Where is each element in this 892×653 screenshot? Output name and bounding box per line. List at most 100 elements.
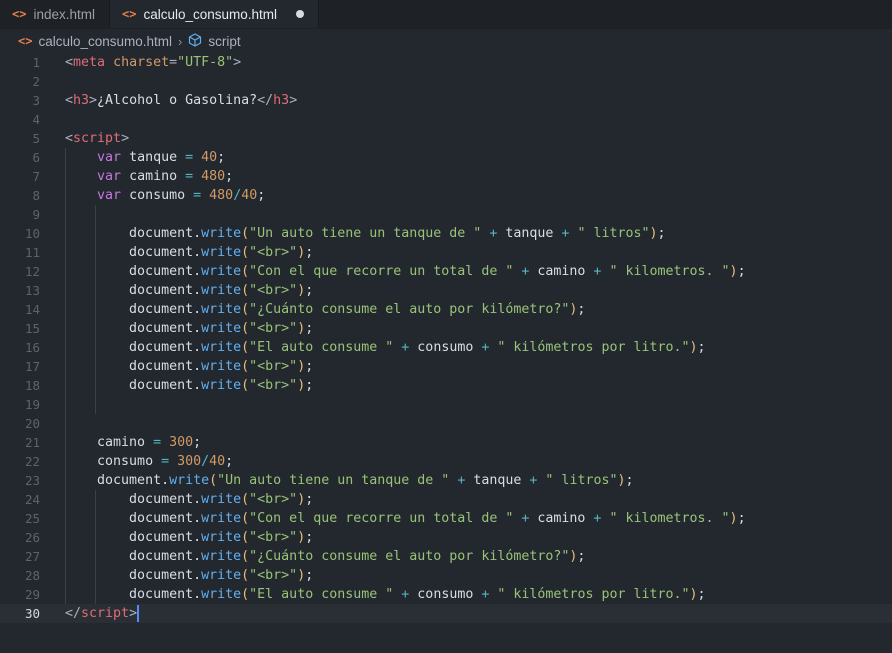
code-line[interactable]: 29 document.write("El auto consume " + c… (0, 585, 892, 604)
code-line[interactable]: 10 document.write("Un auto tiene un tanq… (0, 224, 892, 243)
code-token: ; (193, 435, 202, 450)
code-line[interactable]: 5 <script> (0, 129, 892, 148)
code-line[interactable]: 14 document.write("¿Cuánto consume el au… (0, 300, 892, 319)
line-number: 20 (24, 416, 40, 431)
indent-guide (65, 547, 66, 566)
code-token: > (289, 93, 298, 108)
code-token: ; (305, 492, 314, 507)
indent-guide (65, 395, 66, 414)
code-line[interactable]: 18 document.write("<br>"); (0, 376, 892, 395)
code-line[interactable]: 17 document.write("<br>"); (0, 357, 892, 376)
code-line[interactable]: 20 (0, 414, 892, 433)
code-token: "<br>" (249, 492, 298, 507)
code-token: consumo (409, 587, 482, 602)
indent-guide (95, 281, 97, 300)
indent-guide (65, 205, 66, 224)
code-token: ( (241, 549, 250, 564)
code-line[interactable]: 2 (0, 72, 892, 91)
code-text: camino = 300; (40, 433, 201, 452)
code-text: </script> (40, 604, 140, 623)
code-line[interactable]: 25 document.write("Con el que recorre un… (0, 509, 892, 528)
code-token: "Un auto tiene un tanque de " (249, 226, 482, 241)
code-editor[interactable]: 1 <meta charset="UTF-8"> 2 3 <h3>¿Alcohol o … (0, 53, 892, 623)
code-line[interactable]: 6 var tanque = 40; (0, 148, 892, 167)
code-line[interactable]: 16 document.write("El auto consume " + c… (0, 338, 892, 357)
code-token: = (185, 150, 194, 165)
tab-index-html[interactable]: <> index.html (0, 0, 110, 28)
code-line[interactable]: 26 document.write("<br>"); (0, 528, 892, 547)
code-token: var (97, 169, 122, 184)
code-line[interactable]: 11 document.write("<br>"); (0, 243, 892, 262)
code-line[interactable]: 28 document.write("<br>"); (0, 566, 892, 585)
indent-guide (95, 585, 97, 604)
code-token: < (65, 93, 74, 108)
code-token: "Con el que recorre un total de " (249, 511, 514, 526)
indent-guide (65, 490, 66, 509)
breadcrumb-symbol[interactable]: script (208, 34, 240, 49)
code-token: ( (241, 302, 250, 317)
indent-guide (65, 281, 66, 300)
code-line[interactable]: 4 (0, 110, 892, 129)
tab-calculo-consumo-html[interactable]: <> calculo_consumo.html (109, 0, 320, 28)
code-text: document.write("¿Cuánto consume el auto … (40, 300, 585, 319)
code-text: var consumo = 480/40; (40, 186, 265, 205)
code-line[interactable]: 13 document.write("<br>"); (0, 281, 892, 300)
code-line[interactable]: 12 document.write("Con el que recorre un… (0, 262, 892, 281)
code-text: <meta charset="UTF-8"> (40, 53, 241, 72)
code-line[interactable]: 27 document.write("¿Cuánto consume el au… (0, 547, 892, 566)
indent-guide (65, 509, 66, 528)
code-token: "<br>" (249, 359, 298, 374)
indent-guide (65, 357, 66, 376)
indent-guide (65, 148, 66, 167)
breadcrumb-file[interactable]: calculo_consumo.html (38, 34, 172, 49)
code-text: document.write("El auto consume " + cons… (40, 585, 706, 604)
html-brackets-icon: <> (121, 7, 137, 21)
code-token: var (97, 150, 122, 165)
line-number: 18 (24, 378, 40, 393)
code-text: document.write("Un auto tiene un tanque … (40, 471, 634, 490)
indent-guide (95, 547, 97, 566)
code-line[interactable]: 8 var consumo = 480/40; (0, 186, 892, 205)
html-brackets-icon: <> (18, 34, 33, 48)
code-line[interactable]: 24 document.write("<br>"); (0, 490, 892, 509)
indent-guide (65, 376, 66, 395)
code-line[interactable]: 1 <meta charset="UTF-8"> (0, 53, 892, 72)
code-line[interactable]: 3 <h3>¿Alcohol o Gasolina?</h3> (0, 91, 892, 110)
code-token: 300 (177, 454, 202, 469)
code-line[interactable]: 21 camino = 300; (0, 433, 892, 452)
code-line[interactable]: 7 var camino = 480; (0, 167, 892, 186)
indent-guide (65, 414, 66, 433)
code-token: write (201, 568, 242, 583)
indent-guide (65, 262, 66, 281)
code-line[interactable]: 30 </script> (0, 604, 892, 623)
tab-label: calculo_consumo.html (143, 6, 278, 22)
code-line[interactable]: 9 (0, 205, 892, 224)
code-token: document. (129, 359, 202, 374)
code-token: tanque (465, 473, 530, 488)
code-line[interactable]: 19 (0, 395, 892, 414)
code-line[interactable]: 15 document.write("<br>"); (0, 319, 892, 338)
code-token: document. (129, 378, 202, 393)
code-token: ; (305, 283, 314, 298)
code-token: ; (697, 340, 706, 355)
code-token: tanque (497, 226, 562, 241)
code-token: / (201, 454, 210, 469)
code-token: 480 (209, 188, 234, 203)
unsaved-dot-icon[interactable] (296, 10, 305, 18)
code-line[interactable]: 23 document.write("Un auto tiene un tanq… (0, 471, 892, 490)
code-token: document. (129, 321, 202, 336)
code-line[interactable]: 22 consumo = 300/40; (0, 452, 892, 471)
indent-guide (65, 338, 66, 357)
code-token: consumo (121, 188, 194, 203)
code-token: ) (617, 473, 626, 488)
code-token: ( (241, 492, 250, 507)
code-token: = (161, 454, 170, 469)
code-text (40, 395, 129, 414)
code-token: ( (241, 245, 250, 260)
